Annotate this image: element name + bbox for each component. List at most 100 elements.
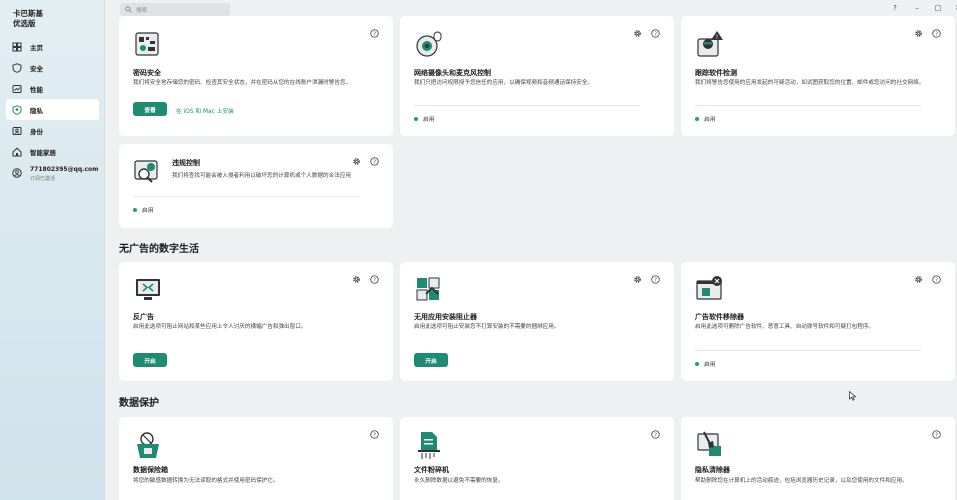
- gear-icon[interactable]: [352, 157, 361, 166]
- help-circle-icon[interactable]: ?: [370, 275, 379, 284]
- gear-icon[interactable]: [352, 275, 361, 284]
- sidebar-user-account[interactable]: 771802395@qq.com 订阅已激活: [6, 166, 99, 182]
- identity-icon: [12, 126, 22, 135]
- gear-icon[interactable]: [914, 275, 923, 284]
- maximize-button[interactable]: □: [932, 4, 944, 12]
- card-title: 数据保险箱: [133, 466, 168, 474]
- spy-icon: !: [697, 31, 723, 57]
- close-button[interactable]: ✕: [952, 4, 957, 12]
- card-divider: [133, 196, 359, 197]
- file-shredder-icon: [418, 432, 440, 459]
- card-controls: ?: [352, 157, 379, 166]
- shield-icon: [12, 62, 22, 73]
- sidebar-item-privacy[interactable]: 隐私: [6, 99, 99, 120]
- card-description: 启用此选项可删除广告软件、恶意工具、自动拨号软件和可疑打包程序。: [695, 324, 875, 330]
- app-brand: 卡巴斯基 优选版: [13, 9, 43, 28]
- help-circle-icon[interactable]: ?: [932, 430, 941, 439]
- adware-remover-icon: [696, 276, 722, 300]
- privacy-icon: [12, 104, 22, 115]
- turn-on-button[interactable]: 开启: [133, 353, 167, 367]
- card-password-security: ? 密码安全 我们将安全地存储您的密码、检查其安全状态，并在密码从您的在线账户泄…: [119, 16, 393, 136]
- svg-text:?: ?: [373, 432, 376, 438]
- webcam-icon: [416, 31, 442, 57]
- search-placeholder: 搜索: [136, 7, 148, 14]
- minimize-button[interactable]: –: [911, 4, 923, 12]
- svg-text:?: ?: [654, 277, 657, 283]
- card-controls: ?: [370, 29, 379, 38]
- help-circle-icon[interactable]: ?: [932, 275, 941, 284]
- card-stalkerware-detection: ! ? 跟踪软件检测 我们将警告您使用的应用发起的可疑活动，如试图获取您的位置、…: [681, 16, 955, 136]
- sidebar-item-label: 主页: [30, 43, 43, 52]
- card-controls: ?: [633, 275, 660, 284]
- card-description: 启用此选项可阻止安装您不打算安装的不需要的捆绑应用。: [414, 324, 560, 330]
- card-description: 将您的敏感数据转换为无法读取的格式并使用密码保护它。: [133, 478, 279, 484]
- install-ios-mac-link[interactable]: 在 iOS 和 Mac 上安装: [176, 106, 234, 115]
- svg-text:?: ?: [373, 159, 376, 165]
- card-title: 反广告: [133, 313, 154, 321]
- card-title: 隐私清除器: [695, 466, 730, 474]
- card-title: 文件粉碎机: [414, 466, 449, 474]
- gear-icon[interactable]: [914, 29, 923, 38]
- sidebar-item-label: 性能: [30, 85, 43, 94]
- card-unwanted-installer-blocker: ? 无用应用安装阻止器 启用此选项可阻止安装您不打算安装的不需要的捆绑应用。 开…: [400, 262, 674, 381]
- help-circle-icon[interactable]: ?: [651, 29, 660, 38]
- sidebar-item-label: 安全: [30, 64, 43, 73]
- card-title: 违规控制: [172, 159, 200, 167]
- svg-text:?: ?: [935, 31, 938, 37]
- card-controls: ?: [914, 275, 941, 284]
- mouse-cursor-icon: [849, 391, 857, 401]
- card-description: 我们将查找可能会被入侵者利用以破坏您的计算机或个人数据的合法应用: [172, 173, 352, 179]
- card-title: 无用应用安装阻止器: [414, 313, 477, 321]
- svg-text:?: ?: [935, 432, 938, 438]
- card-controls: ?: [352, 275, 379, 284]
- gear-icon[interactable]: [633, 275, 642, 284]
- card-file-shredder: ? 文件粉碎机 永久删除数据以避免不需要的恢复。: [400, 417, 674, 500]
- search-input[interactable]: 搜索: [120, 3, 230, 16]
- help-circle-icon[interactable]: ?: [370, 157, 379, 166]
- status-enabled: 启用: [695, 114, 716, 123]
- help-circle-icon[interactable]: ?: [651, 275, 660, 284]
- home-icon: [12, 42, 22, 51]
- sidebar-item-label: 隐私: [30, 106, 43, 115]
- card-description: 我们将警告您使用的应用发起的可疑活动，如试图获取您的位置、邮件或您访问的社交网络…: [695, 80, 925, 86]
- svg-text:!: !: [716, 34, 718, 41]
- card-webcam-mic-control: ? 网络摄像头和麦克风控制 我们只把访问权限授予您信任的应用，以确保视频和音频通…: [400, 16, 674, 136]
- svg-text:?: ?: [654, 31, 657, 37]
- sidebar-item-label: 身份: [30, 127, 43, 136]
- help-circle-icon[interactable]: ?: [370, 430, 379, 439]
- status-label: 启用: [423, 117, 435, 123]
- status-label: 启用: [704, 117, 716, 123]
- help-button[interactable]: ?: [889, 4, 901, 12]
- card-description: 我们只把访问权限授予您信任的应用，以确保视频和音频通话保持安全。: [414, 80, 594, 86]
- card-controls: ?: [914, 29, 941, 38]
- card-description: 启用此选项可阻止网站和某些应用上令人讨厌的横幅广告和弹出窗口。: [133, 324, 307, 330]
- card-controls: ?: [370, 430, 379, 439]
- sidebar-item-identity[interactable]: 身份: [6, 120, 99, 141]
- view-button[interactable]: 查看: [133, 102, 167, 116]
- brand-line1: 卡巴斯基: [13, 9, 43, 18]
- sidebar-item-security[interactable]: 安全: [6, 57, 99, 78]
- subscription-status: 订阅已激活: [30, 176, 56, 182]
- sidebar-item-smart-home[interactable]: 智能家居: [6, 141, 99, 162]
- help-circle-icon[interactable]: ?: [932, 29, 941, 38]
- help-circle-icon[interactable]: ?: [370, 29, 379, 38]
- sidebar-nav: 主页 安全 性能 隐私 身份 智能家居 771802395@qq.com 订阅已…: [6, 36, 99, 182]
- sidebar: 卡巴斯基 优选版 主页 安全 性能 隐私 身份 智能家居 771802395@q…: [0, 0, 105, 500]
- status-enabled: 启用: [133, 205, 154, 214]
- turn-on-button[interactable]: 开启: [414, 353, 448, 367]
- data-vault-icon: [137, 432, 159, 458]
- help-circle-icon[interactable]: ?: [651, 430, 660, 439]
- user-email: 771802395@qq.com: [30, 166, 99, 173]
- svg-text:?: ?: [373, 31, 376, 37]
- sidebar-item-home[interactable]: 主页: [6, 36, 99, 57]
- privacy-cleaner-icon: [697, 431, 721, 456]
- status-enabled: 启用: [414, 114, 435, 123]
- gear-icon[interactable]: [633, 29, 642, 38]
- status-dot: [133, 207, 137, 212]
- status-dot: [695, 116, 699, 121]
- card-privacy-cleaner: ? 隐私清除器 帮助删除您在计算机上的活动痕迹，包括浏览器历史记录，以及您使用的…: [681, 417, 955, 500]
- svg-text:?: ?: [373, 277, 376, 283]
- card-description: 永久删除数据以避免不需要的恢复。: [414, 478, 504, 484]
- card-divider: [695, 350, 921, 351]
- sidebar-item-performance[interactable]: 性能: [6, 78, 99, 99]
